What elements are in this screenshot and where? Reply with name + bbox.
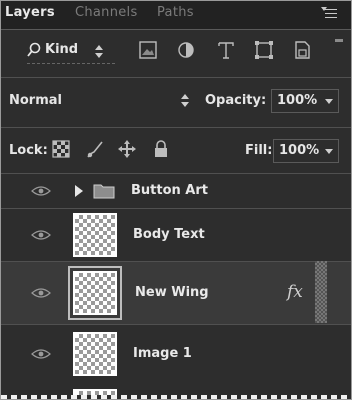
type-filter-icon[interactable] bbox=[215, 39, 237, 61]
smart-object-filter-icon[interactable] bbox=[291, 39, 313, 61]
lock-all-icon[interactable] bbox=[151, 139, 171, 159]
shape-filter-icon[interactable] bbox=[253, 39, 275, 61]
filter-kind-label: Kind bbox=[45, 42, 79, 57]
updown-arrows-icon bbox=[95, 45, 103, 59]
lock-label: Lock: bbox=[9, 143, 48, 158]
divider bbox=[1, 127, 351, 128]
filter-toggle-switch[interactable] bbox=[335, 39, 343, 42]
group-expand-arrow-icon[interactable] bbox=[75, 185, 83, 197]
opacity-label: Opacity: bbox=[205, 93, 267, 108]
layer-row-body-text[interactable]: Body Text bbox=[1, 209, 351, 261]
adjustment-filter-icon[interactable] bbox=[175, 39, 197, 61]
visibility-eye-icon[interactable] bbox=[31, 229, 51, 241]
blend-mode-dropdown[interactable]: Normal bbox=[9, 93, 62, 108]
tab-paths[interactable]: Paths bbox=[157, 5, 194, 20]
layer-name: Button Art bbox=[131, 183, 208, 198]
lock-position-icon[interactable] bbox=[117, 139, 137, 159]
fill-input[interactable]: 100% bbox=[279, 143, 319, 158]
layer-thumbnail bbox=[68, 266, 122, 320]
layer-row-image-1[interactable]: Image 1 bbox=[1, 325, 351, 383]
folder-icon bbox=[93, 184, 115, 199]
opacity-input[interactable]: 100% bbox=[277, 93, 317, 108]
layer-thumbnail bbox=[73, 213, 117, 257]
visibility-eye-icon[interactable] bbox=[31, 185, 51, 197]
panel-menu-icon[interactable] bbox=[321, 7, 337, 21]
layer-row-button-art[interactable]: Button Art bbox=[1, 174, 351, 208]
layer-name: New Wing bbox=[135, 285, 209, 300]
layer-thumbnail bbox=[73, 332, 117, 376]
lock-transparent-pixels-icon[interactable] bbox=[51, 139, 71, 159]
layer-name: Body Text bbox=[133, 227, 205, 242]
search-icon bbox=[27, 42, 41, 57]
panel-bottom-edge bbox=[1, 395, 351, 399]
scrollbar-thumb[interactable] bbox=[315, 261, 327, 323]
blend-mode-arrows-icon bbox=[181, 94, 189, 108]
layer-name: Image 1 bbox=[133, 346, 192, 361]
fill-label: Fill: bbox=[245, 143, 273, 158]
divider bbox=[1, 77, 351, 78]
panel-tab-bar: Layers Channels Paths bbox=[1, 1, 351, 30]
lock-image-pixels-icon[interactable] bbox=[85, 139, 105, 159]
pixel-filter-icon[interactable] bbox=[137, 39, 159, 61]
opacity-dropdown-arrow-icon[interactable] bbox=[325, 99, 333, 104]
visibility-eye-icon[interactable] bbox=[31, 287, 51, 299]
tab-layers[interactable]: Layers bbox=[5, 5, 55, 20]
fill-dropdown-arrow-icon[interactable] bbox=[325, 149, 333, 154]
layers-panel: Layers Channels Paths Kind Normal Opacit… bbox=[0, 0, 352, 400]
tab-channels[interactable]: Channels bbox=[75, 5, 138, 20]
layer-row-new-wing[interactable]: New Wing fx bbox=[1, 262, 351, 324]
visibility-eye-icon[interactable] bbox=[31, 348, 51, 360]
filter-kind-dropdown[interactable]: Kind bbox=[27, 39, 115, 64]
layer-effects-icon[interactable]: fx bbox=[287, 282, 303, 302]
